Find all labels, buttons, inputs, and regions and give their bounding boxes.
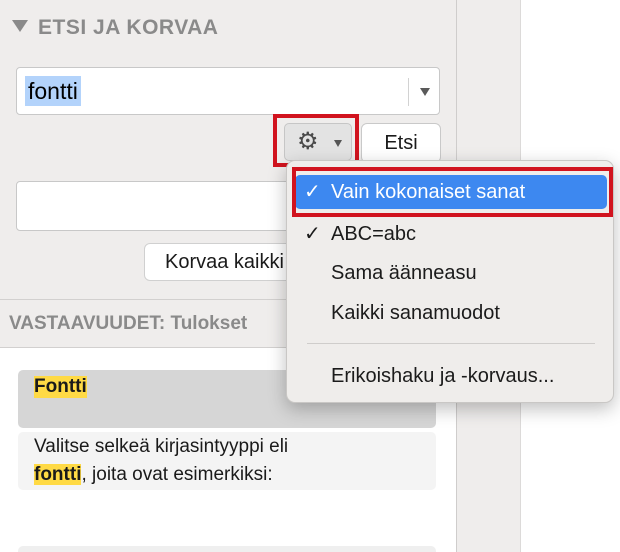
menu-item-match-case[interactable]: ✓ ABC=abc <box>287 217 613 251</box>
find-button[interactable]: Etsi <box>361 123 441 163</box>
search-input[interactable]: fontti <box>25 76 81 106</box>
match-highlight: fontti <box>34 464 82 485</box>
menu-item-label: Kaikki sanamuodot <box>331 302 500 324</box>
results-header: VASTAAVUUDET: Tulokset <box>9 313 248 334</box>
snippet-rest: , joita ovat esimerkiksi: <box>81 464 273 485</box>
chevron-down-icon[interactable] <box>420 88 430 96</box>
menu-item-label: Sama äänneasu <box>331 262 477 284</box>
result-heading: Fontti <box>34 376 87 398</box>
checkmark-icon: ✓ <box>304 223 321 245</box>
menu-item-sounds-like[interactable]: Sama äänneasu <box>287 256 613 290</box>
annotation-highlight-box <box>292 167 613 217</box>
menu-item-advanced-find-replace[interactable]: Erikoishaku ja -korvaus... <box>287 359 613 393</box>
combo-divider <box>408 78 409 106</box>
replace-input[interactable] <box>16 181 306 231</box>
search-combobox[interactable]: fontti <box>16 67 440 115</box>
result-snippet-item[interactable]: Valitse selkeä kirjasintyyppi eli fontti… <box>18 432 436 490</box>
result-item[interactable] <box>18 546 436 552</box>
section-title: ETSI JA KORVAA <box>38 16 219 39</box>
result-snippet-line: Valitse selkeä kirjasintyyppi eli <box>34 436 289 457</box>
menu-item-all-word-forms[interactable]: Kaikki sanamuodot <box>287 296 613 330</box>
menu-separator <box>307 343 595 344</box>
disclosure-triangle-icon[interactable] <box>12 20 28 32</box>
result-snippet-line: fontti, joita ovat esimerkiksi: <box>34 464 273 486</box>
section-header[interactable]: ETSI JA KORVAA <box>12 16 218 40</box>
menu-item-label: Erikoishaku ja -korvaus... <box>331 365 555 387</box>
menu-item-label: ABC=abc <box>331 223 417 245</box>
